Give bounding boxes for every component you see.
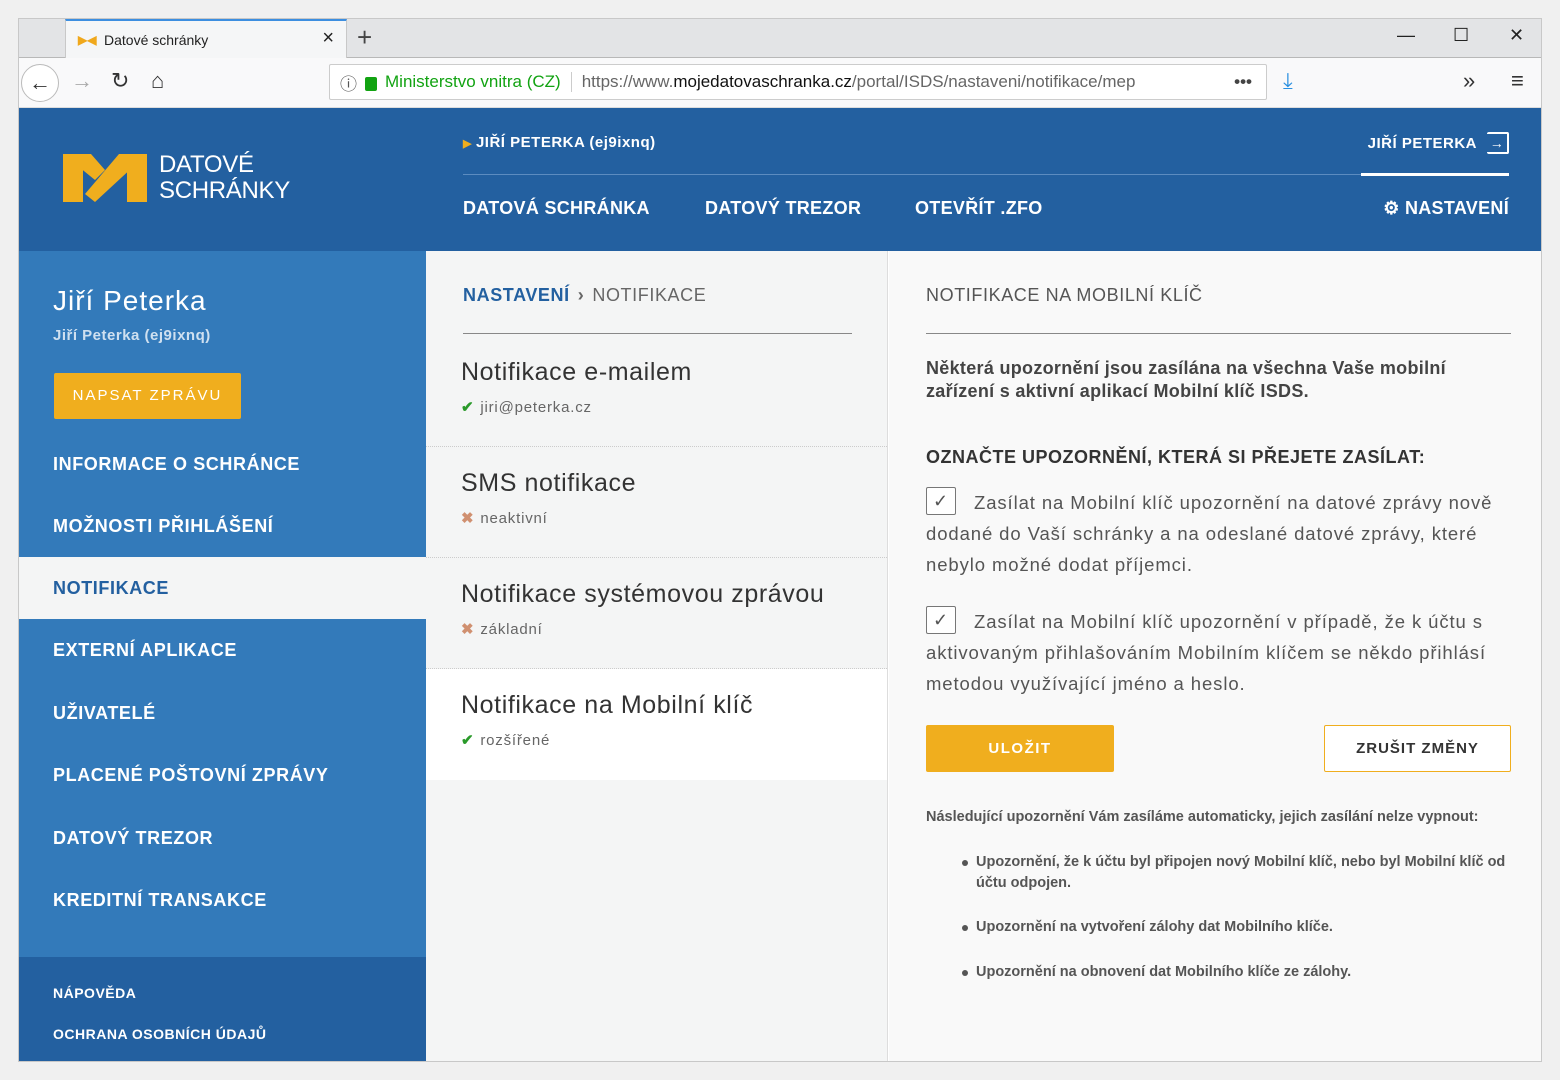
account-id: Jiří Peterka (ej9ixnq) <box>53 327 211 344</box>
tab-title: Datové schránky <box>104 31 209 48</box>
breadcrumb: NASTAVENÍ › NOTIFIKACE <box>463 285 706 306</box>
notification-item-mobile-key[interactable]: Notifikace na Mobilní klíč ✔ rozšířené <box>426 669 887 780</box>
cross-icon: ✖ <box>461 621 475 638</box>
option-label: Zasílat na Mobilní klíč upozornění v pří… <box>926 611 1486 695</box>
save-button[interactable]: ULOŽIT <box>926 725 1114 772</box>
home-button[interactable]: ⌂ <box>151 68 164 94</box>
nav-nastaveni-label: NASTAVENÍ <box>1404 198 1509 218</box>
maximize-button[interactable]: ☐ <box>1453 25 1469 46</box>
browser-window: ▶◀ Datové schránky × + — ☐ ✕ ← → ↻ ⌂ ⓘ M… <box>18 18 1542 1062</box>
download-icon[interactable]: ⤓ <box>1283 68 1293 94</box>
user-box-link[interactable]: ▶ JIŘÍ PETERKA (ej9ixnq) <box>463 134 656 151</box>
page-actions-icon[interactable]: ••• <box>1234 72 1252 92</box>
notification-list-panel: NASTAVENÍ › NOTIFIKACE Notifikace e-mailem… <box>426 251 888 1061</box>
url-path: /portal/ISDS/nastaveni/notifikace/mep <box>851 72 1136 91</box>
logout-icon: → <box>1487 132 1509 154</box>
checkbox-new-messages[interactable]: ✓ <box>926 487 956 516</box>
divider <box>926 333 1511 334</box>
sidebar-item-datovy-trezor[interactable]: DATOVÝ TREZOR <box>19 807 426 869</box>
logo-text[interactable]: DATOVÉ SCHRÁNKY <box>159 152 290 204</box>
sidebar-item-moznosti-prihlaseni[interactable]: MOŽNOSTI PŘIHLÁŠENÍ <box>19 495 426 557</box>
user-box-label: JIŘÍ PETERKA (ej9ixnq) <box>475 134 656 151</box>
detail-intro: Některá upozornění jsou zasílána na všec… <box>926 358 1446 401</box>
header-divider <box>463 174 1509 175</box>
back-button[interactable]: ← <box>21 64 59 102</box>
cross-icon: ✖ <box>461 510 475 527</box>
new-tab-button[interactable]: + <box>357 22 372 53</box>
sidebar-item-informace[interactable]: INFORMACE O SCHRÁNCE <box>19 433 426 495</box>
lock-icon <box>365 77 377 91</box>
browser-tab[interactable]: ▶◀ Datové schránky × <box>65 19 347 58</box>
options-heading: OZNAČTE UPOZORNĚNÍ, KTERÁ SI PŘEJETE ZAS… <box>926 447 1426 467</box>
overflow-icon[interactable]: » <box>1463 68 1475 94</box>
logo-line-1: DATOVÉ <box>159 151 254 178</box>
url-bar[interactable]: ⓘ Ministerstvo vnitra (CZ) https://www.m… <box>329 64 1267 100</box>
detail-panel: NOTIFIKACE NA MOBILNÍ KLÍČ Některá upozo… <box>889 251 1541 1061</box>
option-password-login: ✓ Zasílat na Mobilní klíč upozornění v př… <box>926 606 1516 699</box>
option-label: Zasílat na Mobilní klíč upozornění na da… <box>926 492 1493 576</box>
close-window-button[interactable]: ✕ <box>1509 25 1524 46</box>
info-icon[interactable]: ⓘ <box>340 70 357 95</box>
sidebar-item-uzivatele[interactable]: UŽIVATELÉ <box>19 682 426 744</box>
item-status: základní <box>480 621 543 638</box>
forward-button[interactable]: → <box>71 68 93 94</box>
auto-list-item: Upozornění na vytvoření zálohy dat Mobil… <box>962 917 1516 938</box>
minimize-button[interactable]: — <box>1397 25 1415 46</box>
sidebar-item-externi-aplikace[interactable]: EXTERNÍ APLIKACE <box>19 619 426 681</box>
breadcrumb-parent[interactable]: NASTAVENÍ <box>463 285 570 305</box>
nav-datova-schranka[interactable]: DATOVÁ SCHRÁNKA <box>463 198 650 219</box>
breadcrumb-current: NOTIFIKACE <box>592 285 707 305</box>
item-status: jiri@peterka.cz <box>480 399 592 416</box>
logo-icon <box>63 154 147 202</box>
logout-link[interactable]: JIŘÍ PETERKA → <box>1368 132 1509 154</box>
item-title: Notifikace na Mobilní klíč <box>461 691 754 719</box>
sidebar-footer: NÁPOVĚDA OCHRANA OSOBNÍCH ÚDAJŮ <box>19 957 426 1061</box>
check-icon: ✔ <box>461 399 475 416</box>
auto-list-item: Upozornění, že k účtu byl připojen nový … <box>962 852 1516 894</box>
tab-bar: ▶◀ Datové schránky × + — ☐ ✕ <box>19 19 1541 58</box>
url-prefix: https://www. <box>581 72 674 91</box>
menu-icon[interactable]: ≡ <box>1511 68 1524 94</box>
write-message-button[interactable]: NAPSAT ZPRÁVU <box>54 373 241 419</box>
auto-notifications-note: Následující upozornění Vám zasíláme auto… <box>926 809 1479 825</box>
item-status: rozšířené <box>480 732 551 749</box>
url-domain: mojedatovaschranka.cz <box>673 72 852 91</box>
divider <box>463 333 852 334</box>
checkbox-password-login[interactable]: ✓ <box>926 606 956 635</box>
account-name: Jiří Peterka <box>53 285 207 316</box>
nav-nastaveni[interactable]: ⚙ NASTAVENÍ <box>1383 198 1509 219</box>
active-nav-indicator <box>1361 173 1509 176</box>
sidebar-item-kreditni-transakce[interactable]: KREDITNÍ TRANSAKCE <box>19 869 426 931</box>
sidebar-item-placene-zpravy[interactable]: PLACENÉ POŠTOVNÍ ZPRÁVY <box>19 744 426 806</box>
user-name: JIŘÍ PETERKA <box>1367 134 1477 152</box>
cancel-changes-button[interactable]: ZRUŠIT ZMĚNY <box>1324 725 1511 772</box>
sidebar-item-notifikace[interactable]: NOTIFIKACE <box>19 557 426 619</box>
item-status: neaktivní <box>480 510 548 527</box>
reload-button[interactable]: ↻ <box>111 68 129 94</box>
favicon-icon: ▶◀ <box>78 32 97 47</box>
nav-toolbar: ← → ↻ ⌂ ⓘ Ministerstvo vnitra (CZ) https… <box>19 58 1541 108</box>
triangle-icon: ▶ <box>463 138 472 150</box>
logo-line-2: SCHRÁNKY <box>159 177 290 204</box>
chevron-right-icon: › <box>577 285 585 305</box>
site-identity: Ministerstvo vnitra (CZ) <box>385 72 572 92</box>
option-new-messages: ✓ Zasílat na Mobilní klíč upozornění na d… <box>926 487 1516 580</box>
notification-item-email[interactable]: Notifikace e-mailem ✔ jiri@peterka.cz <box>426 336 887 447</box>
item-title: Notifikace systémovou zprávou <box>461 580 825 608</box>
nav-otevrit-zfo[interactable]: OTEVŘÍT .ZFO <box>915 198 1043 219</box>
help-link[interactable]: NÁPOVĚDA <box>53 985 136 1001</box>
detail-title: NOTIFIKACE NA MOBILNÍ KLÍČ <box>926 285 1203 305</box>
privacy-link[interactable]: OCHRANA OSOBNÍCH ÚDAJŮ <box>53 1026 267 1042</box>
site-header: DATOVÉ SCHRÁNKY ▶ JIŘÍ PETERKA (ej9ixnq) J… <box>19 108 1541 251</box>
auto-list-item: Upozornění na obnovení dat Mobilního klí… <box>962 962 1516 983</box>
gear-icon: ⚙ <box>1383 198 1400 218</box>
notification-item-sms[interactable]: SMS notifikace ✖ neaktivní <box>426 447 887 558</box>
sidebar: Jiří Peterka Jiří Peterka (ej9ixnq) NAPS… <box>19 251 426 1061</box>
notification-item-system[interactable]: Notifikace systémovou zprávou ✖ základní <box>426 558 887 669</box>
nav-datovy-trezor[interactable]: DATOVÝ TREZOR <box>705 198 861 219</box>
close-tab-icon[interactable]: × <box>322 27 334 50</box>
item-title: Notifikace e-mailem <box>461 358 692 386</box>
check-icon: ✔ <box>461 732 475 749</box>
item-title: SMS notifikace <box>461 469 637 497</box>
